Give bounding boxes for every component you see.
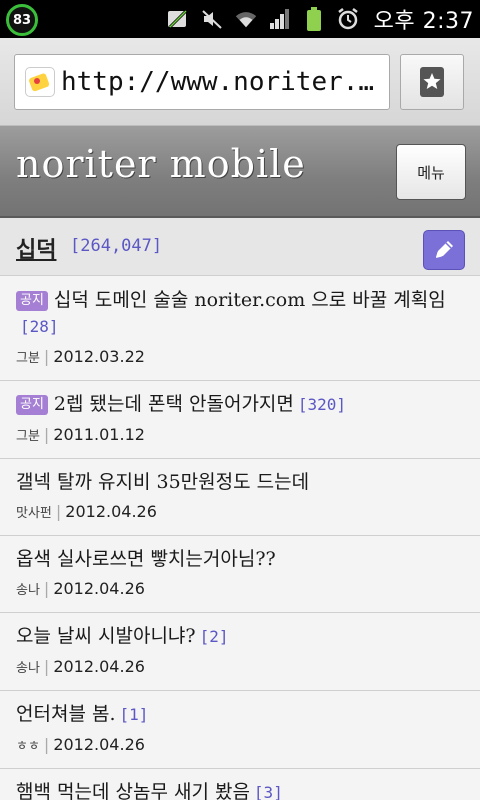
board-header: 십덕 [264,047]	[0, 218, 480, 276]
post-date: 2012.04.26	[53, 735, 145, 754]
post-date: 2012.03.22	[53, 347, 145, 366]
url-text: http://www.noriter.…	[61, 67, 375, 97]
post-title-text: 언터쳐블 봄.	[16, 703, 116, 725]
post-author: 맛사펀	[16, 506, 52, 521]
bookmark-icon	[420, 67, 444, 97]
post-date: 2011.01.12	[53, 425, 145, 444]
comment-count: [320]	[297, 395, 347, 414]
post-title[interactable]: 언터쳐블 봄. [1]	[16, 701, 466, 728]
post-meta: 송나 | 2012.04.26	[16, 656, 466, 690]
comment-count: [1]	[119, 705, 149, 724]
post-date: 2012.04.26	[53, 657, 145, 676]
bookmark-button[interactable]	[400, 54, 464, 110]
meta-separator: |	[43, 657, 50, 676]
post-title-text: 햄백 먹는데 상놈무 새기 봤음	[16, 781, 250, 800]
meta-separator: |	[43, 425, 50, 444]
write-post-button[interactable]	[423, 230, 465, 270]
meta-separator: |	[43, 735, 50, 754]
site-favicon-icon	[25, 67, 55, 97]
post-author: ㅎㅎ	[16, 739, 40, 754]
meta-separator: |	[43, 579, 50, 598]
site-header: noriter mobile 메뉴	[0, 126, 480, 218]
post-meta: 그분 | 2012.03.22	[16, 346, 466, 380]
post-author: 그분	[16, 429, 40, 444]
post-date: 2012.04.26	[65, 502, 157, 521]
meta-separator: |	[55, 502, 62, 521]
post-author: 그분	[16, 351, 40, 366]
post-title[interactable]: 공지 2렙 됐는데 폰택 안돌어가지면 [320]	[16, 391, 466, 418]
list-item[interactable]: 옵색 실사로쓰면 빻치는거아님?? 송나 | 2012.04.26	[0, 536, 480, 613]
site-title[interactable]: noriter mobile	[16, 142, 306, 186]
notification-count-badge: 83	[6, 4, 38, 36]
list-item[interactable]: 햄백 먹는데 상놈무 새기 봤음 [3]	[0, 769, 480, 800]
post-title[interactable]: 오늘 날씨 시발아니냐? [2]	[16, 623, 466, 650]
comment-count: [3]	[253, 783, 283, 800]
post-meta: ㅎㅎ | 2012.04.26	[16, 734, 466, 768]
post-title[interactable]: 햄백 먹는데 상놈무 새기 봤음 [3]	[16, 779, 466, 800]
post-title[interactable]: 갤넥 탈까 유지비 35만원정도 드는데	[16, 469, 466, 495]
post-title-text: 십덕 도메인 술술 noriter.com 으로 바꿀 계획임	[53, 289, 446, 311]
list-item[interactable]: 공지 2렙 됐는데 폰택 안돌어가지면 [320] 그분 | 2011.01.12	[0, 381, 480, 459]
post-title-text: 갤넥 탈까 유지비 35만원정도 드는데	[16, 471, 310, 493]
signal-icon	[268, 7, 292, 31]
menu-button[interactable]: 메뉴	[396, 144, 466, 200]
post-author: 송나	[16, 583, 40, 598]
url-field[interactable]: http://www.noriter.…	[14, 54, 390, 110]
post-meta: 맛사펀 | 2012.04.26	[16, 501, 466, 535]
post-title[interactable]: 옵색 실사로쓰면 빻치는거아님??	[16, 546, 466, 572]
status-clock: 오후 2:37	[373, 9, 474, 34]
board-post-count: [264,047]	[70, 236, 163, 256]
pencil-icon	[436, 241, 453, 258]
status-bar: 83 오후 2:37	[0, 0, 480, 38]
post-list: 공지 십덕 도메인 술술 noriter.com 으로 바꿀 계획임[28] 그분…	[0, 277, 480, 800]
comment-count: [28]	[20, 317, 59, 336]
list-item[interactable]: 오늘 날씨 시발아니냐? [2] 송나 | 2012.04.26	[0, 613, 480, 691]
list-item[interactable]: 언터쳐블 봄. [1] ㅎㅎ | 2012.04.26	[0, 691, 480, 769]
alarm-icon	[336, 7, 360, 31]
browser-toolbar: http://www.noriter.…	[0, 38, 480, 126]
mute-icon	[200, 7, 224, 31]
post-title[interactable]: 공지 십덕 도메인 술술 noriter.com 으로 바꿀 계획임 [28]	[16, 287, 466, 340]
comment-count: [2]	[199, 627, 229, 646]
post-author: 송나	[16, 661, 40, 676]
post-title-text: 2렙 됐는데 폰택 안돌어가지면	[53, 393, 294, 415]
post-title-text: 오늘 날씨 시발아니냐?	[16, 625, 196, 647]
post-date: 2012.04.26	[53, 579, 145, 598]
wifi-icon	[234, 7, 258, 31]
notice-badge: 공지	[16, 291, 48, 311]
post-meta: 그분 | 2011.01.12	[16, 424, 466, 458]
status-icons: 오후 2:37	[166, 0, 474, 38]
list-item[interactable]: 갤넥 탈까 유지비 35만원정도 드는데 맛사펀 | 2012.04.26	[0, 459, 480, 536]
meta-separator: |	[43, 347, 50, 366]
post-meta: 송나 | 2012.04.26	[16, 578, 466, 612]
battery-icon	[302, 7, 326, 31]
board-name[interactable]: 십덕	[16, 232, 56, 264]
notice-badge: 공지	[16, 395, 48, 415]
sync-off-icon	[166, 7, 190, 31]
list-item[interactable]: 공지 십덕 도메인 술술 noriter.com 으로 바꿀 계획임 [28] 그분…	[0, 277, 480, 381]
post-title-text: 옵색 실사로쓰면 빻치는거아님??	[16, 548, 276, 570]
